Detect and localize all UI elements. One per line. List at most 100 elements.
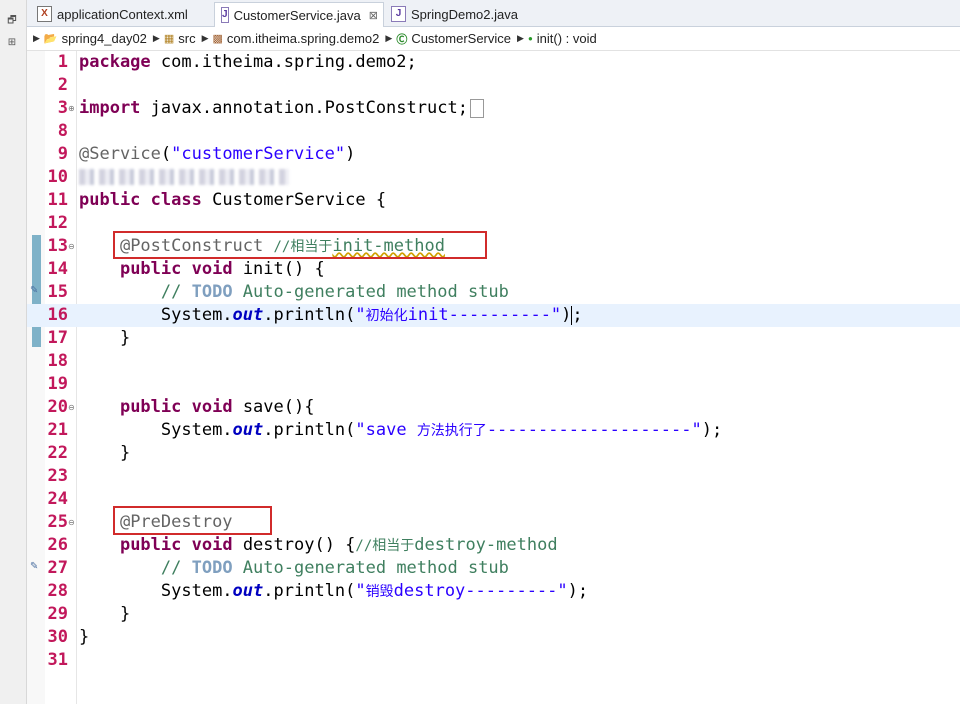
code-text: public void init() { [119, 259, 325, 279]
close-tab-icon[interactable]: ⊠ [369, 9, 378, 22]
code-text [79, 166, 289, 189]
code-text: @Service("customerService") [79, 144, 356, 164]
code-line: 30 } [27, 626, 960, 649]
code-line: 14 public void init() { [27, 258, 960, 281]
line-number: 11 [47, 190, 68, 210]
line-number: 2 [57, 75, 68, 95]
code-line: 17 } [27, 327, 960, 350]
code-line: 21 System.out.println("save 方法执行了-------… [27, 419, 960, 442]
code-text: public void destroy() {//相当于destroy-meth… [119, 535, 558, 555]
folded-region-icon[interactable] [469, 98, 484, 118]
tab-label: CustomerService.java [233, 7, 361, 23]
collapse-fold-icon[interactable]: ⊖ [68, 396, 76, 419]
line-number: 22 [47, 443, 68, 463]
code-line: 20 ⊖ public void save(){ [27, 396, 960, 419]
code-text: package com.itheima.spring.demo2; [79, 52, 417, 72]
tab-springdemo2-java[interactable]: J SpringDemo2.java [385, 2, 525, 26]
collapse-fold-icon[interactable]: ⊖ [68, 511, 76, 534]
highlight-box-predestroy [113, 506, 272, 535]
line-number: 17 [47, 328, 68, 348]
code-text: } [79, 627, 90, 647]
breadcrumb-label: src [178, 31, 196, 46]
tab-label: SpringDemo2.java [411, 6, 518, 22]
line-number: 21 [47, 420, 68, 440]
code-text: System.out.println("save 方法执行了----------… [160, 420, 723, 440]
code-text: System.out.println("初始化init----------"); [160, 305, 583, 325]
breadcrumb-label: init() : void [536, 31, 597, 46]
line-number: 26 [47, 535, 68, 555]
code-line: 19 [27, 373, 960, 396]
breadcrumb-package[interactable]: ▶ ▩ com.itheima.spring.demo2 [202, 31, 380, 46]
breadcrumb: ▶ 📂 spring4_day02 ▶ ▦ src ▶ ▩ com.itheim… [27, 27, 960, 51]
line-number: 16 [47, 305, 68, 325]
code-line: 28 System.out.println("销毁destroy--------… [27, 580, 960, 603]
line-number: 30 [47, 627, 68, 647]
class-icon: Ⓒ [396, 33, 408, 46]
editor-tab-bar: X applicationContext.xml J CustomerServi… [27, 0, 960, 27]
line-number: 9 [57, 144, 68, 164]
code-line: 29 } [27, 603, 960, 626]
code-line: 26 public void destroy() {//相当于destroy-m… [27, 534, 960, 557]
code-line: 15 // TODO Auto-generated method stub [27, 281, 960, 304]
java-file-icon: J [221, 7, 229, 23]
code-line: 18 [27, 350, 960, 373]
code-editor[interactable]: ✎ ✎ 1 package com.itheima.spring.demo2; … [27, 51, 960, 704]
code-text: } [119, 443, 131, 463]
line-number: 25 [47, 512, 68, 532]
code-text: } [119, 604, 131, 624]
breadcrumb-label: CustomerService [411, 31, 512, 46]
line-number: 14 [47, 259, 68, 279]
line-number: 31 [47, 650, 68, 670]
java-file-icon: J [391, 6, 406, 22]
code-line: 8 [27, 120, 960, 143]
line-number: 19 [47, 374, 68, 394]
code-line: 11 public class CustomerService { [27, 189, 960, 212]
chevron-right-icon: ▶ [517, 33, 524, 43]
code-text: import javax.annotation.PostConstruct; [79, 97, 484, 120]
code-text: System.out.println("销毁destroy---------")… [160, 581, 589, 601]
highlight-box-postconstruct [113, 231, 487, 259]
code-line: 3 ⊕ import javax.annotation.PostConstruc… [27, 97, 960, 120]
line-number: 20 [47, 397, 68, 417]
xml-file-icon: X [37, 6, 52, 22]
source-folder-icon: ▦ [163, 33, 175, 45]
method-icon: ● [527, 34, 533, 43]
code-text: public void save(){ [119, 397, 315, 417]
project-icon: 📂 [43, 33, 58, 45]
line-number: 15 [47, 282, 68, 302]
breadcrumb-label: com.itheima.spring.demo2 [226, 31, 380, 46]
chevron-right-icon: ▶ [33, 33, 40, 43]
line-number: 29 [47, 604, 68, 624]
code-line: 1 package com.itheima.spring.demo2; [27, 51, 960, 74]
outline-view-icon[interactable]: ⊞ [5, 36, 19, 50]
breadcrumb-src[interactable]: ▶ ▦ src [153, 31, 196, 46]
chevron-right-icon: ▶ [152, 33, 160, 43]
code-line: 31 [27, 649, 960, 672]
package-icon: ▩ [212, 33, 223, 45]
line-number: 1 [57, 52, 68, 72]
code-text: // TODO Auto-generated method stub [160, 558, 509, 578]
line-number: 10 [47, 167, 68, 187]
code-line: 10 [27, 166, 960, 189]
breadcrumb-class[interactable]: ▶ Ⓒ CustomerService [385, 31, 511, 47]
tab-label: applicationContext.xml [57, 6, 188, 22]
code-text: } [119, 328, 131, 348]
tab-applicationcontext-xml[interactable]: X applicationContext.xml [31, 2, 211, 26]
line-number: 13 [47, 236, 68, 256]
restore-icon[interactable]: 🗗 [5, 14, 19, 28]
current-code-line: 16 System.out.println("初始化init----------… [27, 304, 960, 327]
code-text: public class CustomerService { [79, 190, 387, 210]
line-number: 24 [47, 489, 68, 509]
line-number: 12 [47, 213, 68, 233]
tab-customerservice-java[interactable]: J CustomerService.java ⊠ [214, 2, 384, 27]
code-line: 27 // TODO Auto-generated method stub [27, 557, 960, 580]
breadcrumb-project[interactable]: ▶ 📂 spring4_day02 [33, 31, 147, 46]
line-number: 18 [47, 351, 68, 371]
chevron-right-icon: ▶ [385, 33, 393, 43]
breadcrumb-method[interactable]: ▶ ● init() : void [517, 31, 597, 46]
breadcrumb-label: spring4_day02 [61, 31, 147, 46]
expand-fold-icon[interactable]: ⊕ [68, 97, 76, 120]
line-number: 23 [47, 466, 68, 486]
code-text: // TODO Auto-generated method stub [160, 282, 509, 302]
collapse-fold-icon[interactable]: ⊖ [68, 235, 76, 258]
